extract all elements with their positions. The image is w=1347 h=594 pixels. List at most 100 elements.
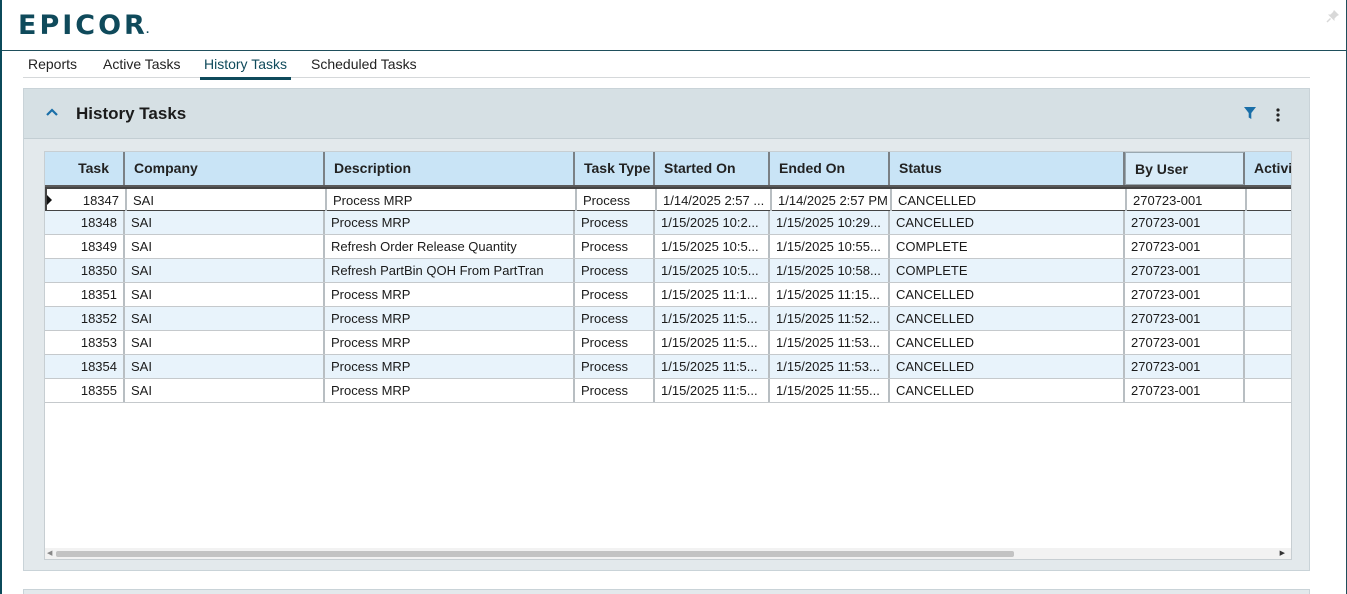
scroll-left-icon[interactable]: ◀	[47, 549, 52, 557]
table-row[interactable]: 18354 SAI Process MRP Process 1/15/2025 11:5…	[45, 355, 1291, 379]
cell-by-user[interactable]: 270723-001	[1125, 307, 1245, 330]
cell-description[interactable]: Process MRP	[325, 307, 575, 330]
cell-status[interactable]: CANCELLED	[890, 379, 1125, 402]
cell-started-on[interactable]: 1/15/2025 10:5...	[655, 235, 770, 258]
cell-task-type[interactable]: Process	[577, 189, 657, 212]
cell-description[interactable]: Process MRP	[327, 189, 577, 212]
cell-task[interactable]: 18352	[45, 307, 125, 330]
tab-active-tasks[interactable]: Active Tasks	[103, 56, 181, 78]
cell-description[interactable]: Refresh PartBin QOH From PartTran	[325, 259, 575, 282]
cell-activity[interactable]	[1245, 283, 1291, 306]
table-row[interactable]: 18347 SAI Process MRP Process 1/14/2025 2:57…	[45, 187, 1291, 212]
cell-company[interactable]: SAI	[125, 211, 325, 234]
table-row[interactable]: 18355 SAI Process MRP Process 1/15/2025 11:5…	[45, 379, 1291, 403]
cell-task[interactable]: 18355	[45, 379, 125, 402]
cell-activity[interactable]	[1245, 307, 1291, 330]
cell-description[interactable]: Process MRP	[325, 211, 575, 234]
cell-activity[interactable]	[1245, 235, 1291, 258]
cell-description[interactable]: Process MRP	[325, 379, 575, 402]
cell-by-user[interactable]: 270723-001	[1125, 259, 1245, 282]
cell-task[interactable]: 18347	[47, 189, 127, 212]
horizontal-scrollbar[interactable]: ◀ ▶	[45, 548, 1291, 559]
column-header-ended-on[interactable]: Ended On	[770, 152, 890, 185]
column-header-status[interactable]: Status	[890, 152, 1125, 185]
column-header-activity[interactable]: Activi	[1245, 152, 1291, 185]
cell-company[interactable]: SAI	[125, 283, 325, 306]
table-row[interactable]: 18352 SAI Process MRP Process 1/15/2025 11:5…	[45, 307, 1291, 331]
cell-task[interactable]: 18353	[45, 331, 125, 354]
cell-task-type[interactable]: Process	[575, 331, 655, 354]
cell-by-user[interactable]: 270723-001	[1125, 331, 1245, 354]
cell-ended-on[interactable]: 1/15/2025 10:55...	[770, 235, 890, 258]
cell-ended-on[interactable]: 1/15/2025 11:53...	[770, 331, 890, 354]
cell-task[interactable]: 18350	[45, 259, 125, 282]
cell-by-user[interactable]: 270723-001	[1125, 355, 1245, 378]
cell-description[interactable]: Process MRP	[325, 355, 575, 378]
table-row[interactable]: 18353 SAI Process MRP Process 1/15/2025 11:5…	[45, 331, 1291, 355]
scroll-right-icon[interactable]: ▶	[1280, 549, 1285, 557]
column-header-task-type[interactable]: Task Type	[575, 152, 655, 185]
cell-by-user[interactable]: 270723-001	[1125, 211, 1245, 234]
tab-history-tasks[interactable]: History Tasks	[200, 56, 291, 80]
cell-by-user[interactable]: 270723-001	[1127, 189, 1247, 212]
cell-ended-on[interactable]: 1/14/2025 2:57 PM	[772, 189, 892, 212]
table-row[interactable]: 18349 SAI Refresh Order Release Quantity Pr…	[45, 235, 1291, 259]
cell-task-type[interactable]: Process	[575, 307, 655, 330]
cell-task[interactable]: 18354	[45, 355, 125, 378]
cell-description[interactable]: Process MRP	[325, 283, 575, 306]
cell-activity[interactable]	[1245, 259, 1291, 282]
table-row[interactable]: 18348 SAI Process MRP Process 1/15/2025 10:2…	[45, 211, 1291, 235]
cell-started-on[interactable]: 1/15/2025 11:5...	[655, 355, 770, 378]
cell-company[interactable]: SAI	[125, 379, 325, 402]
cell-task[interactable]: 18351	[45, 283, 125, 306]
more-vertical-icon[interactable]	[1273, 107, 1283, 123]
cell-status[interactable]: CANCELLED	[890, 211, 1125, 234]
cell-activity[interactable]	[1245, 211, 1291, 234]
cell-started-on[interactable]: 1/14/2025 2:57 ...	[657, 189, 772, 212]
cell-by-user[interactable]: 270723-001	[1125, 235, 1245, 258]
tab-reports[interactable]: Reports	[28, 56, 77, 78]
tab-scheduled-tasks[interactable]: Scheduled Tasks	[311, 56, 417, 78]
cell-task-type[interactable]: Process	[575, 259, 655, 282]
horizontal-scroll-thumb[interactable]	[56, 551, 1014, 557]
cell-ended-on[interactable]: 1/15/2025 10:29...	[770, 211, 890, 234]
cell-started-on[interactable]: 1/15/2025 11:1...	[655, 283, 770, 306]
cell-status[interactable]: CANCELLED	[890, 331, 1125, 354]
cell-ended-on[interactable]: 1/15/2025 11:53...	[770, 355, 890, 378]
cell-task-type[interactable]: Process	[575, 283, 655, 306]
cell-company[interactable]: SAI	[125, 259, 325, 282]
column-header-description[interactable]: Description	[325, 152, 575, 185]
cell-task[interactable]: 18348	[45, 211, 125, 234]
cell-status[interactable]: CANCELLED	[890, 283, 1125, 306]
cell-company[interactable]: SAI	[127, 189, 327, 212]
cell-started-on[interactable]: 1/15/2025 10:5...	[655, 259, 770, 282]
cell-status[interactable]: CANCELLED	[890, 307, 1125, 330]
cell-status[interactable]: CANCELLED	[890, 355, 1125, 378]
cell-company[interactable]: SAI	[125, 331, 325, 354]
cell-task-type[interactable]: Process	[575, 235, 655, 258]
cell-company[interactable]: SAI	[125, 307, 325, 330]
cell-status[interactable]: COMPLETE	[890, 235, 1125, 258]
cell-activity[interactable]	[1245, 379, 1291, 402]
column-header-started-on[interactable]: Started On	[655, 152, 770, 185]
column-header-task[interactable]: Task	[45, 152, 125, 185]
cell-task-type[interactable]: Process	[575, 379, 655, 402]
cell-ended-on[interactable]: 1/15/2025 11:52...	[770, 307, 890, 330]
filter-icon[interactable]	[1243, 106, 1257, 120]
cell-ended-on[interactable]: 1/15/2025 10:58...	[770, 259, 890, 282]
cell-ended-on[interactable]: 1/15/2025 11:55...	[770, 379, 890, 402]
column-header-by-user[interactable]: By User	[1125, 152, 1245, 185]
cell-activity[interactable]	[1245, 355, 1291, 378]
pin-icon[interactable]	[1326, 9, 1340, 23]
cell-started-on[interactable]: 1/15/2025 11:5...	[655, 307, 770, 330]
cell-by-user[interactable]: 270723-001	[1125, 379, 1245, 402]
cell-status[interactable]: COMPLETE	[890, 259, 1125, 282]
cell-by-user[interactable]: 270723-001	[1125, 283, 1245, 306]
table-row[interactable]: 18350 SAI Refresh PartBin QOH From PartTra…	[45, 259, 1291, 283]
cell-activity[interactable]	[1247, 189, 1291, 212]
cell-started-on[interactable]: 1/15/2025 11:5...	[655, 331, 770, 354]
chevron-up-icon[interactable]	[44, 104, 60, 120]
cell-activity[interactable]	[1245, 331, 1291, 354]
cell-description[interactable]: Refresh Order Release Quantity	[325, 235, 575, 258]
cell-task-type[interactable]: Process	[575, 355, 655, 378]
